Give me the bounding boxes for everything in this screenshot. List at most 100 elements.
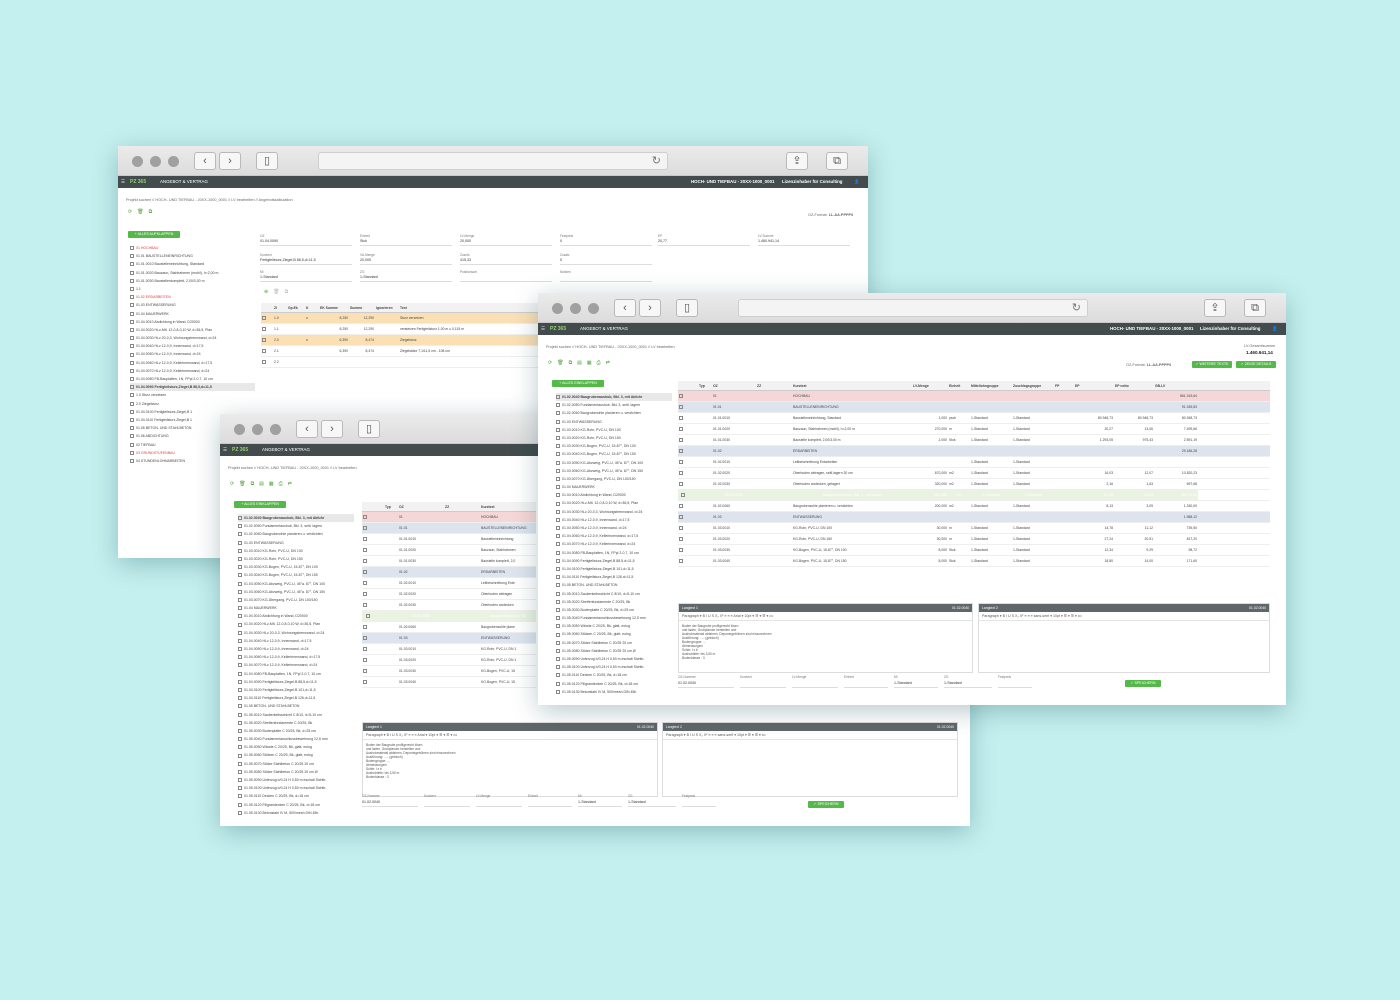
row-checkbox[interactable]	[678, 526, 688, 531]
sidebar-icon[interactable]: ▯	[676, 299, 698, 317]
tabs-icon[interactable]: ⧉	[826, 152, 848, 170]
tree-checkbox[interactable]	[130, 319, 134, 324]
row-checkbox[interactable]	[678, 460, 688, 465]
tree-checkbox[interactable]	[556, 526, 560, 531]
tree-item[interactable]: 01.03.0010 KG-Rohr, PVC-U, DN 100	[238, 547, 354, 555]
tree-checkbox[interactable]	[238, 737, 242, 742]
tree-item[interactable]: 1.1	[130, 285, 255, 293]
tree-checkbox[interactable]	[238, 581, 242, 586]
tree-item[interactable]: 01.04.0100 Fertigteilsturz,Ziegel,B 101,…	[238, 686, 354, 694]
tree-checkbox[interactable]	[238, 548, 242, 553]
table-row[interactable]: 01.03.0040 KG-Bogen, PVC-U, 15-87°, DN 15…	[678, 556, 1270, 567]
column-header[interactable]: K	[305, 306, 319, 310]
tree-item[interactable]: 01.05.0100 Unterzug b/0,24 H 0,50 m esch…	[238, 784, 354, 792]
tree-checkbox[interactable]	[238, 753, 242, 758]
tree-item[interactable]: 01.04 MAUERWERK	[238, 604, 354, 612]
tree-checkbox[interactable]	[556, 624, 560, 629]
tree-checkbox[interactable]	[556, 501, 560, 506]
tree-item[interactable]: 01.01.0030 Baustellenkomplett, 2,00/3,00…	[130, 277, 255, 285]
row-checkbox[interactable]	[362, 636, 374, 641]
window-close-dot[interactable]	[552, 303, 563, 314]
tree-item[interactable]: 01.01.0010 Baustelleneinrichtung, Standa…	[130, 260, 255, 268]
table-row[interactable]: 01.01 BAUSTELLENEINRICHTUNG 91.339,83	[678, 402, 1270, 413]
tree-item[interactable]: 01.04.0050 HLz 12-0,9, Innenwand, d=24	[130, 350, 255, 358]
column-header[interactable]: Kurztext	[480, 505, 536, 509]
tree-item[interactable]: 01.04.0110 Fertigteilsturz,Ziegel,B 126,…	[238, 694, 354, 702]
row-checkbox[interactable]	[362, 625, 374, 630]
tree-item[interactable]: 01.04.0030 HLz 20-0,3, Wohnungstrennwand…	[130, 334, 255, 342]
footer-field-value[interactable]: 01.02.0040	[678, 681, 696, 685]
row-checkbox[interactable]	[678, 449, 688, 454]
tree-checkbox[interactable]	[556, 583, 560, 588]
tree-item[interactable]: 01.04.0040 HLz 12-0,9, Innenwand, d=17,5	[238, 637, 354, 645]
column-header[interactable]: Mittellohngruppe	[970, 384, 1012, 388]
share-icon[interactable]: ⇪	[786, 152, 808, 170]
column-header[interactable]: LV-Menge	[912, 384, 948, 388]
row-checkbox[interactable]	[261, 338, 273, 343]
tree-item[interactable]: 01.05.0010 Sauberkeitsschicht C 8/10, d=…	[556, 590, 672, 598]
tree-item[interactable]: 01.04.0020 HLz-Mit. 12-0,8-0,10 W, d=36,…	[130, 326, 255, 334]
tree-checkbox[interactable]	[238, 720, 242, 725]
tree-checkbox[interactable]	[130, 450, 134, 455]
tree-item[interactable]: 01.05.0120 Filigrandecken C 20/25, Bk, d…	[238, 801, 354, 809]
tree-item[interactable]: 01.04.0090 Fertigteilsturz,Ziegel,B 88,5…	[130, 383, 255, 392]
duplicate-icon[interactable]: ⧉	[285, 289, 289, 295]
table-row[interactable]: 2.0 u 6,390 8,474 Ziegelsturz	[261, 335, 541, 346]
reload-icon[interactable]: ↻	[652, 154, 661, 167]
tree-item[interactable]: 01.05.0110 Decken C 20/25, Bk, d=18 cm	[238, 792, 354, 800]
tree-checkbox[interactable]	[556, 427, 560, 432]
tree-checkbox[interactable]	[238, 532, 242, 537]
tree-checkbox[interactable]	[238, 712, 242, 717]
form-field-value[interactable]: Fertigteilsturz,Ziegel,B 88,5,d=11,5	[260, 258, 316, 262]
window-minimize-dot[interactable]	[570, 303, 581, 314]
copy-icon[interactable]: ⧉	[149, 209, 153, 215]
tree-item[interactable]: 01.01.0020 Bauzaun, Stahlrahmen (mobil),…	[130, 269, 255, 277]
tree-checkbox[interactable]	[556, 567, 560, 572]
tree-checkbox[interactable]	[238, 679, 242, 684]
print-icon[interactable]: ⎙	[597, 360, 601, 366]
column-header[interactable]: Ignorieren	[375, 306, 399, 310]
tree-checkbox[interactable]	[130, 385, 134, 390]
column-header[interactable]: FP	[1054, 384, 1074, 388]
row-checkbox[interactable]	[678, 405, 688, 410]
collapse-all-button[interactable]: + ALLES EINKLAPPEN	[552, 380, 604, 387]
column-header[interactable]: ZZ	[444, 505, 480, 509]
column-header[interactable]: EK Summe	[319, 306, 349, 310]
tree-checkbox[interactable]	[238, 524, 242, 529]
row-checkbox[interactable]	[362, 592, 374, 597]
column-header[interactable]: Typ	[384, 505, 398, 509]
tree-item[interactable]: 01.05.0050 Wände C 20/25, Bk, glatt, eol…	[238, 743, 354, 751]
paste-icon[interactable]: ▤	[577, 360, 582, 366]
column-header[interactable]: OZ	[398, 505, 444, 509]
table-row[interactable]: 01.01.0020 Bauzaun, Stahlrahmen	[362, 545, 536, 556]
tree-checkbox[interactable]	[130, 262, 134, 267]
tree-item[interactable]: 01.05.0040 Fundamentanschlussbewehrung 1…	[556, 614, 672, 622]
row-checkbox[interactable]	[678, 504, 688, 509]
row-checkbox[interactable]	[261, 360, 273, 365]
tree-item[interactable]: 01.05.0020 Streifenfundamente C 20/25, B…	[556, 598, 672, 606]
column-header[interactable]: EP	[1074, 384, 1114, 388]
tree-item[interactable]: 01.03.0030 KG-Bogen, PVC-U, 15-87°, DN 1…	[556, 442, 672, 450]
tree-checkbox[interactable]	[556, 607, 560, 612]
tree-item[interactable]: 01.04 MAUERWERK	[556, 483, 672, 491]
tree-checkbox[interactable]	[130, 344, 134, 349]
tree-item[interactable]: 01.05.0070 Stütze Stahlbeton C 20/25 20 …	[238, 760, 354, 768]
langtext-1-editor[interactable]: Langtext 1 01.02.0040 Paragraph ▾ B I U S…	[362, 722, 658, 797]
tree-item[interactable]: 2.0 Ziegelsturz	[130, 400, 255, 408]
tree-item[interactable]: 01.04.0070 HLz 12-0,9, Kellerinnenwand, …	[238, 661, 354, 669]
tree-checkbox[interactable]	[238, 761, 242, 766]
tree-item[interactable]: 01.01 BAUSTELLENEINRICHTUNG	[130, 252, 255, 260]
tree-item[interactable]: 01.05.0030 Bodenplatte C 20/25, Bk, d=25…	[556, 606, 672, 614]
tree-item[interactable]: 01.04.0030 HLz 20-0,3, Wohnungstrennwand…	[238, 629, 354, 637]
tree-checkbox[interactable]	[556, 689, 560, 694]
tree-checkbox[interactable]	[130, 442, 134, 447]
tree-checkbox[interactable]	[556, 468, 560, 473]
tree-checkbox[interactable]	[238, 802, 242, 807]
tree-checkbox[interactable]	[556, 485, 560, 490]
tree-item[interactable]: 01.03 ENTWÄSSERUNG	[130, 301, 255, 309]
tree-checkbox[interactable]	[556, 534, 560, 539]
table-icon[interactable]: ▦	[587, 360, 592, 366]
swap-icon[interactable]: ⇄	[606, 360, 610, 366]
tree-checkbox[interactable]	[130, 426, 134, 431]
tree-item[interactable]: 01.03 ENTWÄSSERUNG	[238, 539, 354, 547]
